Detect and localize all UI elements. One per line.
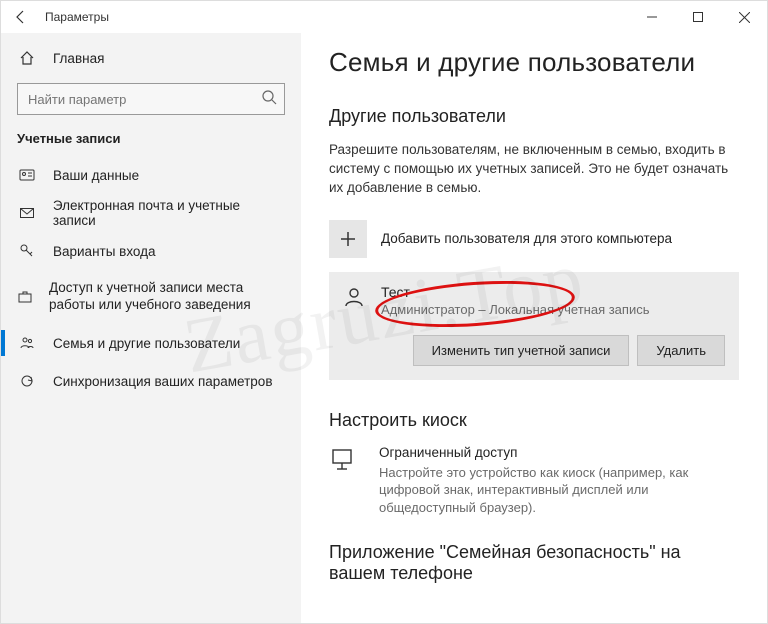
add-user-row[interactable]: Добавить пользователя для этого компьюте… xyxy=(329,220,739,258)
sidebar-item-sync[interactable]: Синхронизация ваших параметров xyxy=(1,362,301,400)
key-icon xyxy=(17,243,37,259)
other-users-desc: Разрешите пользователям, не включенным в… xyxy=(329,141,739,198)
search-icon xyxy=(261,89,277,105)
user-card[interactable]: Тест Администратор – Локальная учетная з… xyxy=(329,272,739,380)
sidebar-section-title: Учетные записи xyxy=(1,125,301,156)
search-input-wrap xyxy=(17,83,285,115)
user-name: Тест xyxy=(381,284,649,300)
sidebar-item-work[interactable]: Доступ к учетной записи места работы или… xyxy=(1,270,301,324)
add-user-label: Добавить пользователя для этого компьюте… xyxy=(381,231,672,246)
kiosk-desc: Настройте это устройство как киоск (напр… xyxy=(379,464,699,517)
user-role: Администратор – Локальная учетная запись xyxy=(381,302,649,317)
plus-icon xyxy=(329,220,367,258)
back-button[interactable] xyxy=(1,1,41,33)
sync-icon xyxy=(17,373,37,389)
minimize-button[interactable] xyxy=(629,1,675,33)
kiosk-title: Ограниченный доступ xyxy=(379,445,699,460)
kiosk-row[interactable]: Ограниченный доступ Настройте это устрой… xyxy=(329,445,739,517)
sidebar-item-label: Ваши данные xyxy=(53,168,139,183)
id-card-icon xyxy=(17,167,37,183)
sidebar-item-family[interactable]: Семья и другие пользователи xyxy=(1,324,301,362)
sidebar-item-your-info[interactable]: Ваши данные xyxy=(1,156,301,194)
window-title: Параметры xyxy=(41,10,109,24)
content-area: Семья и другие пользователи Другие польз… xyxy=(301,33,767,623)
sidebar-item-email[interactable]: Электронная почта и учетные записи xyxy=(1,194,301,232)
sidebar-item-signin[interactable]: Варианты входа xyxy=(1,232,301,270)
person-icon xyxy=(343,284,371,308)
sidebar-home[interactable]: Главная xyxy=(1,39,301,77)
people-icon xyxy=(17,335,37,351)
page-title: Семья и другие пользователи xyxy=(329,47,739,78)
sidebar-item-label: Варианты входа xyxy=(53,244,156,259)
sidebar-item-label: Доступ к учетной записи места работы или… xyxy=(49,280,285,314)
section-kiosk: Настроить киоск xyxy=(329,410,739,431)
sidebar: Главная Учетные записи Ваши данные xyxy=(1,33,301,623)
mail-icon xyxy=(17,205,37,221)
kiosk-icon xyxy=(329,445,365,473)
section-family-app: Приложение "Семейная безопасность" на ва… xyxy=(329,542,739,584)
search-input[interactable] xyxy=(17,83,285,115)
sidebar-item-label: Синхронизация ваших параметров xyxy=(53,374,273,389)
delete-user-button[interactable]: Удалить xyxy=(637,335,725,366)
sidebar-item-label: Семья и другие пользователи xyxy=(53,336,240,351)
maximize-button[interactable] xyxy=(675,1,721,33)
close-button[interactable] xyxy=(721,1,767,33)
sidebar-home-label: Главная xyxy=(53,51,104,66)
section-other-users: Другие пользователи xyxy=(329,106,739,127)
briefcase-icon xyxy=(17,289,33,305)
sidebar-item-label: Электронная почта и учетные записи xyxy=(53,198,285,228)
change-account-type-button[interactable]: Изменить тип учетной записи xyxy=(413,335,630,366)
home-icon xyxy=(17,50,37,66)
